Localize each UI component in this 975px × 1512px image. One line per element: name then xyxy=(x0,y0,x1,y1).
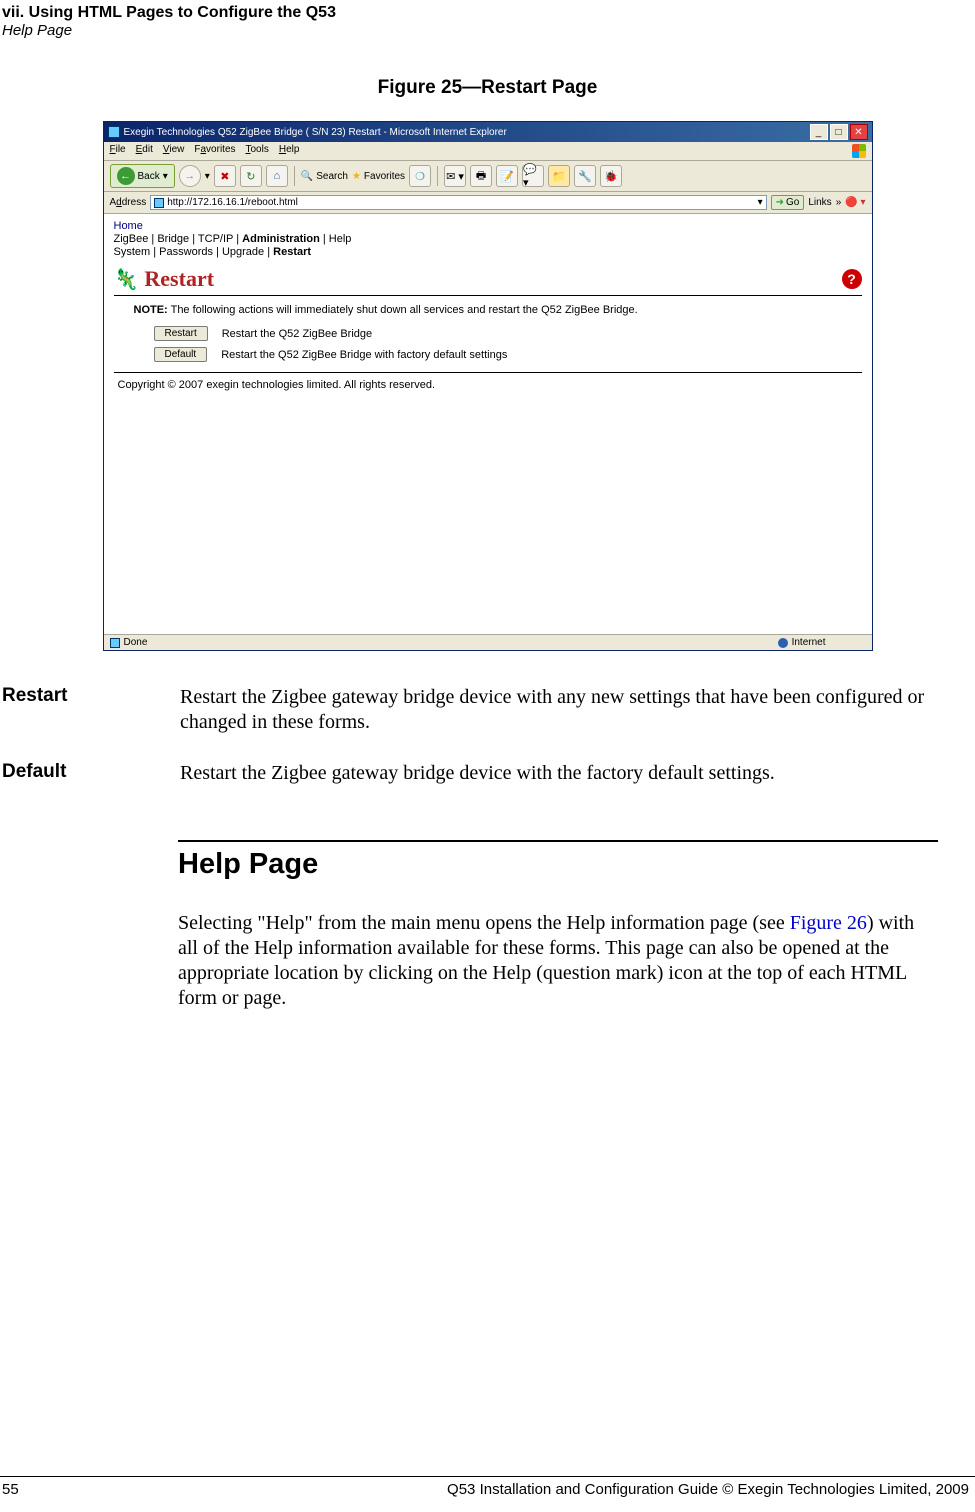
nav-tcpip[interactable]: TCP/IP xyxy=(198,233,233,245)
section-rule xyxy=(178,840,938,842)
window-title: Exegin Technologies Q52 ZigBee Bridge ( … xyxy=(124,127,507,138)
nav-zigbee[interactable]: ZigBee xyxy=(114,233,149,245)
menu-favorites[interactable]: Favorites xyxy=(194,144,235,158)
definition-list: Restart Restart the Zigbee gateway bridg… xyxy=(2,685,973,786)
page-footer: 55 Q53 Installation and Configuration Gu… xyxy=(0,1476,975,1498)
status-done: Done xyxy=(124,637,148,648)
refresh-button[interactable]: ↻ xyxy=(240,165,262,187)
def-term-default: Default xyxy=(2,761,180,786)
menu-view[interactable]: View xyxy=(163,144,185,158)
section-title: Help Page xyxy=(178,848,938,881)
globe-icon xyxy=(778,638,788,648)
menu-edit[interactable]: Edit xyxy=(136,144,153,158)
page-number: 55 xyxy=(2,1481,19,1498)
nav-home-link[interactable]: Home xyxy=(114,220,862,232)
nav-system[interactable]: System xyxy=(114,246,151,258)
search-button[interactable]: 🔍Search xyxy=(301,171,348,182)
nav-passwords[interactable]: Passwords xyxy=(159,246,213,258)
default-button[interactable]: Default xyxy=(154,347,208,362)
tool-button-2[interactable]: 🐞 xyxy=(600,165,622,187)
page-copyright: Copyright © 2007 exegin technologies lim… xyxy=(118,379,862,391)
minimize-button[interactable]: _ xyxy=(810,124,828,140)
back-button[interactable]: ←Back ▾ xyxy=(110,164,175,188)
address-bar: Address http://172.16.16.1/reboot.html ▾… xyxy=(104,192,872,214)
edit-button[interactable]: 📝 xyxy=(496,165,518,187)
def-desc-restart: Restart the Zigbee gateway bridge device… xyxy=(180,685,973,735)
help-icon[interactable]: ? xyxy=(842,269,862,289)
favorites-button[interactable]: ★Favorites xyxy=(352,171,405,182)
help-page-section: Help Page Selecting "Help" from the main… xyxy=(178,840,938,1011)
section-body: Selecting "Help" from the main menu open… xyxy=(178,911,938,1011)
running-header-section: Help Page xyxy=(0,22,975,39)
nav-upgrade[interactable]: Upgrade xyxy=(222,246,264,258)
restart-desc: Restart the Q52 ZigBee Bridge xyxy=(222,328,372,340)
ie-icon xyxy=(108,126,120,138)
forward-button[interactable]: → xyxy=(179,165,201,187)
nav-help[interactable]: Help xyxy=(329,233,352,245)
nav-admin[interactable]: Administration xyxy=(242,233,320,245)
default-desc: Restart the Q52 ZigBee Bridge with facto… xyxy=(221,349,507,361)
status-zone: Internet xyxy=(792,637,826,648)
figure-caption: Figure 25—Restart Page xyxy=(0,77,975,99)
titlebar: Exegin Technologies Q52 ZigBee Bridge ( … xyxy=(104,122,872,142)
status-bar: Done Internet xyxy=(104,634,872,650)
stop-button[interactable]: ✖ xyxy=(214,165,236,187)
print-button[interactable]: 🖶 xyxy=(470,165,492,187)
ie-window: Exegin Technologies Q52 ZigBee Bridge ( … xyxy=(103,121,873,651)
links-label[interactable]: Links xyxy=(808,197,831,208)
status-page-icon xyxy=(110,638,120,648)
footer-text: Q53 Installation and Configuration Guide… xyxy=(447,1481,969,1498)
discuss-button[interactable]: 💬 ▾ xyxy=(522,165,544,187)
menu-file[interactable]: File xyxy=(110,144,126,158)
figure-26-link[interactable]: Figure 26 xyxy=(790,912,867,934)
tool-button-1[interactable]: 🔧 xyxy=(574,165,596,187)
note-text: NOTE: The following actions will immedia… xyxy=(134,304,862,316)
nav-row-2: System | Passwords | Upgrade | Restart xyxy=(114,246,862,258)
home-button[interactable]: ⌂ xyxy=(266,165,288,187)
def-desc-default: Restart the Zigbee gateway bridge device… xyxy=(180,761,973,786)
go-button[interactable]: ➜Go xyxy=(771,195,805,210)
menubar: File Edit View Favorites Tools Help xyxy=(104,142,872,161)
windows-logo-icon xyxy=(852,144,866,158)
nav-row-1: ZigBee | Bridge | TCP/IP | Administratio… xyxy=(114,233,862,245)
menu-tools[interactable]: Tools xyxy=(246,144,269,158)
mail-button[interactable]: ✉ ▾ xyxy=(444,165,466,187)
url-text: http://172.16.16.1/reboot.html xyxy=(167,197,298,208)
toolbar: ←Back ▾ → ▾ ✖ ↻ ⌂ 🔍Search ★Favorites ❍ ✉… xyxy=(104,161,872,192)
page-title: Restart xyxy=(144,266,214,292)
content-separator xyxy=(114,372,862,373)
address-input[interactable]: http://172.16.16.1/reboot.html ▾ xyxy=(150,195,766,210)
restart-button[interactable]: Restart xyxy=(154,326,208,341)
def-term-restart: Restart xyxy=(2,685,180,735)
address-label: Address xyxy=(110,197,147,208)
gecko-logo-icon: 🦎 xyxy=(114,267,139,292)
nav-bridge[interactable]: Bridge xyxy=(157,233,189,245)
page-icon xyxy=(154,198,164,208)
maximize-button[interactable]: □ xyxy=(830,124,848,140)
close-button[interactable]: ✕ xyxy=(850,124,868,140)
page-content: Home ZigBee | Bridge | TCP/IP | Administ… xyxy=(104,214,872,634)
links-chevron-icon[interactable]: » xyxy=(836,197,842,208)
running-header-chapter: vii. Using HTML Pages to Configure the Q… xyxy=(0,0,975,22)
addon-icon[interactable]: 🔴 ▾ xyxy=(845,197,865,208)
nav-restart[interactable]: Restart xyxy=(273,246,311,258)
history-button[interactable]: ❍ xyxy=(409,165,431,187)
folder-button[interactable]: 📁 xyxy=(548,165,570,187)
menu-help[interactable]: Help xyxy=(279,144,300,158)
